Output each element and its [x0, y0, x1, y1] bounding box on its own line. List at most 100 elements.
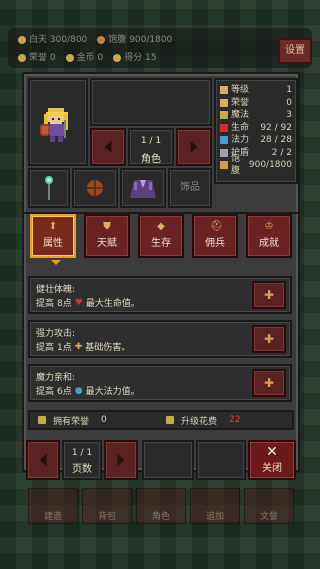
tab-label: 生存 [151, 238, 171, 249]
food-icon [97, 35, 106, 44]
honor-icon [18, 53, 26, 62]
prev-role-button[interactable] [90, 128, 126, 166]
shield-slot[interactable] [72, 168, 118, 208]
hero-sprite-icon [40, 108, 68, 142]
upgrade-button[interactable]: ✚ [252, 281, 286, 309]
stat-icon [220, 161, 228, 170]
upgrade-button[interactable]: ✚ [252, 369, 286, 397]
stat-row: 荣誉 0 [220, 97, 292, 110]
day-indicator: 白天 300/800 [18, 32, 87, 45]
score-indicator: 得分 15 [113, 50, 157, 63]
tab-talents[interactable]: ⛊ 天赋 [84, 214, 130, 258]
tab-bar: ⬆ 属性 ⛊ 天赋 ◆ 生存 ⛑ 佣兵 ♔ 成就 [30, 214, 296, 265]
next-role-button[interactable] [176, 128, 212, 166]
menu-item[interactable]: 角色 [136, 488, 186, 524]
stat-name: 法力 [231, 135, 250, 145]
stat-row: 饱腹 900/1800 [220, 154, 292, 176]
stat-row: 法力 28 / 28 [220, 134, 292, 147]
role-page: 1 / 1 [140, 136, 162, 146]
gold-indicator: 金币 0 [65, 50, 103, 63]
next-page-button[interactable] [104, 440, 138, 480]
trophy-icon: ♔ [264, 221, 274, 232]
attribute-desc: 提高 6点 ● 最大法力值。 [36, 385, 140, 398]
stats-panel: 等级 1 荣誉 0 魔法 3 生命 92 / 92 法力 28 / 28 护盾 2 / 2 饱腹 900/… [214, 78, 298, 184]
stat-value: 0 [286, 97, 292, 108]
hunger-indicator: 饱腹 900/1800 [97, 32, 172, 45]
character-portrait [28, 78, 88, 166]
stat-name: 生命 [231, 122, 250, 133]
tab-label: 天赋 [97, 238, 117, 249]
menu-item[interactable]: 背包 [82, 488, 132, 524]
menu-item[interactable]: 建造 [28, 488, 78, 524]
tab-label: 佣兵 [205, 238, 225, 249]
stat-icon [220, 123, 228, 132]
close-button[interactable]: ✕ 关闭 [248, 440, 296, 480]
tab-survival[interactable]: ◆ 生存 [138, 214, 184, 258]
character-panel: 1 / 1 角色 等级 1 荣誉 0 魔法 3 生命 92 / 92 法力 28 / 28 护盾 2 … [22, 72, 300, 472]
prev-page-button[interactable] [26, 440, 60, 480]
weapon-slot[interactable] [28, 168, 70, 208]
tab-attributes[interactable]: ⬆ 属性 [30, 214, 76, 265]
arrow-right-icon [117, 454, 125, 466]
arrow-right-icon [190, 141, 198, 153]
sword-icon: ✚ [74, 341, 83, 352]
staff-icon [45, 176, 53, 200]
score-icon [113, 53, 122, 62]
stat-value: 92 / 92 [260, 122, 292, 133]
menu-item[interactable]: 文誉 [244, 488, 294, 524]
diamond-icon: ◆ [157, 221, 165, 232]
attribute-row: 健壮体魄: 提高 8点 ♥ 最大生命值。 ✚ [28, 276, 292, 314]
attribute-title: 魔力亲和: [36, 373, 76, 383]
role-label: 角色 [141, 154, 161, 165]
tab-label: 成就 [259, 238, 279, 249]
empty-slot [142, 440, 194, 480]
stat-name: 魔法 [231, 110, 250, 120]
stat-value: 28 / 28 [260, 135, 292, 145]
plus-icon: ✚ [263, 332, 275, 346]
tab-mercenary[interactable]: ⛑ 佣兵 [192, 214, 238, 258]
stat-icon [220, 86, 228, 95]
attribute-row: 强力攻击: 提高 1点 ✚ 基础伤害。 ✚ [28, 320, 292, 358]
stat-value: 2 / 2 [271, 147, 292, 158]
armor-slot[interactable] [120, 168, 166, 208]
upgrade-button[interactable]: ✚ [252, 325, 286, 353]
tab-achievements[interactable]: ♔ 成就 [246, 214, 292, 258]
active-tab-pointer [51, 260, 61, 265]
arrow-left-icon [104, 141, 112, 153]
stat-value: 1 [286, 85, 292, 95]
attribute-title: 强力攻击: [36, 329, 76, 339]
stat-icon [220, 111, 228, 120]
helmet-icon: ⛑ [210, 221, 223, 232]
status-bar: 白天 300/800 饱腹 900/1800 荣誉 0 金币 0 得分 15 [8, 28, 312, 68]
round-shield-icon [87, 180, 103, 196]
accessory-slot[interactable]: 饰品 [168, 168, 212, 208]
stat-icon [220, 148, 228, 157]
settings-button[interactable]: 设置 [278, 38, 312, 64]
tab-label: 属性 [43, 238, 63, 249]
summary-bar: 拥有荣誉 0 升级花费 22 [28, 410, 294, 430]
stat-value: 900/1800 [248, 160, 292, 170]
plus-icon: ✚ [263, 376, 275, 390]
arrow-left-icon [39, 454, 47, 466]
character-preview-slot [90, 78, 212, 126]
coin-icon [65, 53, 74, 62]
attribute-desc: 提高 8点 ♥ 最大生命值。 [36, 297, 140, 310]
stat-row: 等级 1 [220, 84, 292, 97]
page-navigation: 1 / 1 页数 ✕ 关闭 [22, 440, 300, 480]
stat-name: 荣誉 [231, 97, 250, 108]
menu-item[interactable]: 追加 [190, 488, 240, 524]
owned-honor: 拥有荣誉 0 [38, 414, 107, 427]
stat-name: 饱腹 [230, 153, 240, 177]
honor-icon [166, 416, 174, 424]
honor-indicator: 荣誉 0 [18, 50, 56, 63]
stat-row: 生命 92 / 92 [220, 122, 292, 135]
upgrade-cost: 升级花费 22 [166, 414, 240, 427]
robe-icon [130, 180, 156, 198]
stat-icon [220, 136, 228, 145]
page-indicator: 1 / 1 页数 [62, 440, 102, 480]
stat-value: 3 [286, 110, 292, 120]
attribute-title: 健壮体魄: [36, 285, 76, 295]
empty-slot [196, 440, 246, 480]
close-icon: ✕ [266, 444, 278, 460]
shield-icon: ⛊ [103, 221, 111, 232]
